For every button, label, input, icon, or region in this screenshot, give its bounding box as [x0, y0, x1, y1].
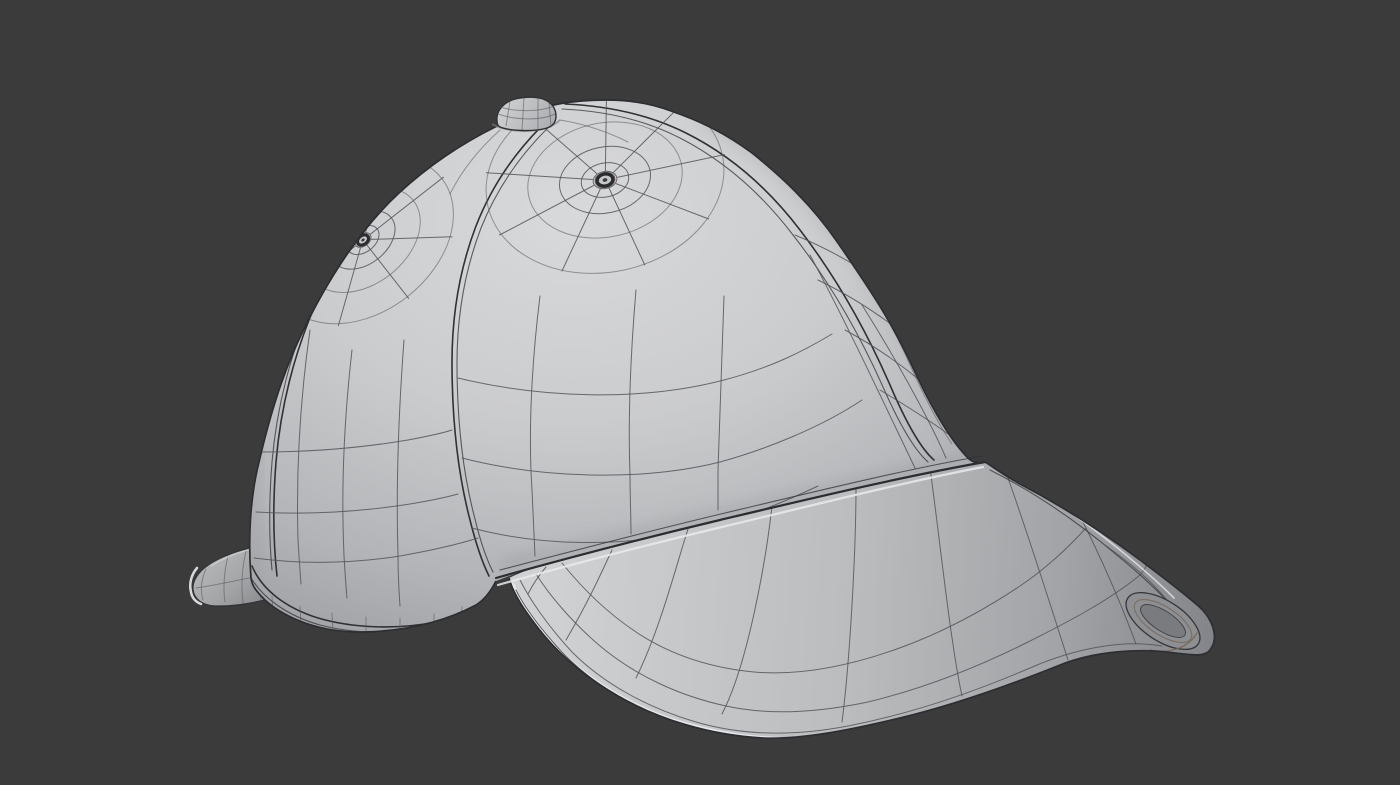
viewport-3d-render — [0, 0, 1400, 785]
cap-render-svg — [0, 0, 1400, 785]
